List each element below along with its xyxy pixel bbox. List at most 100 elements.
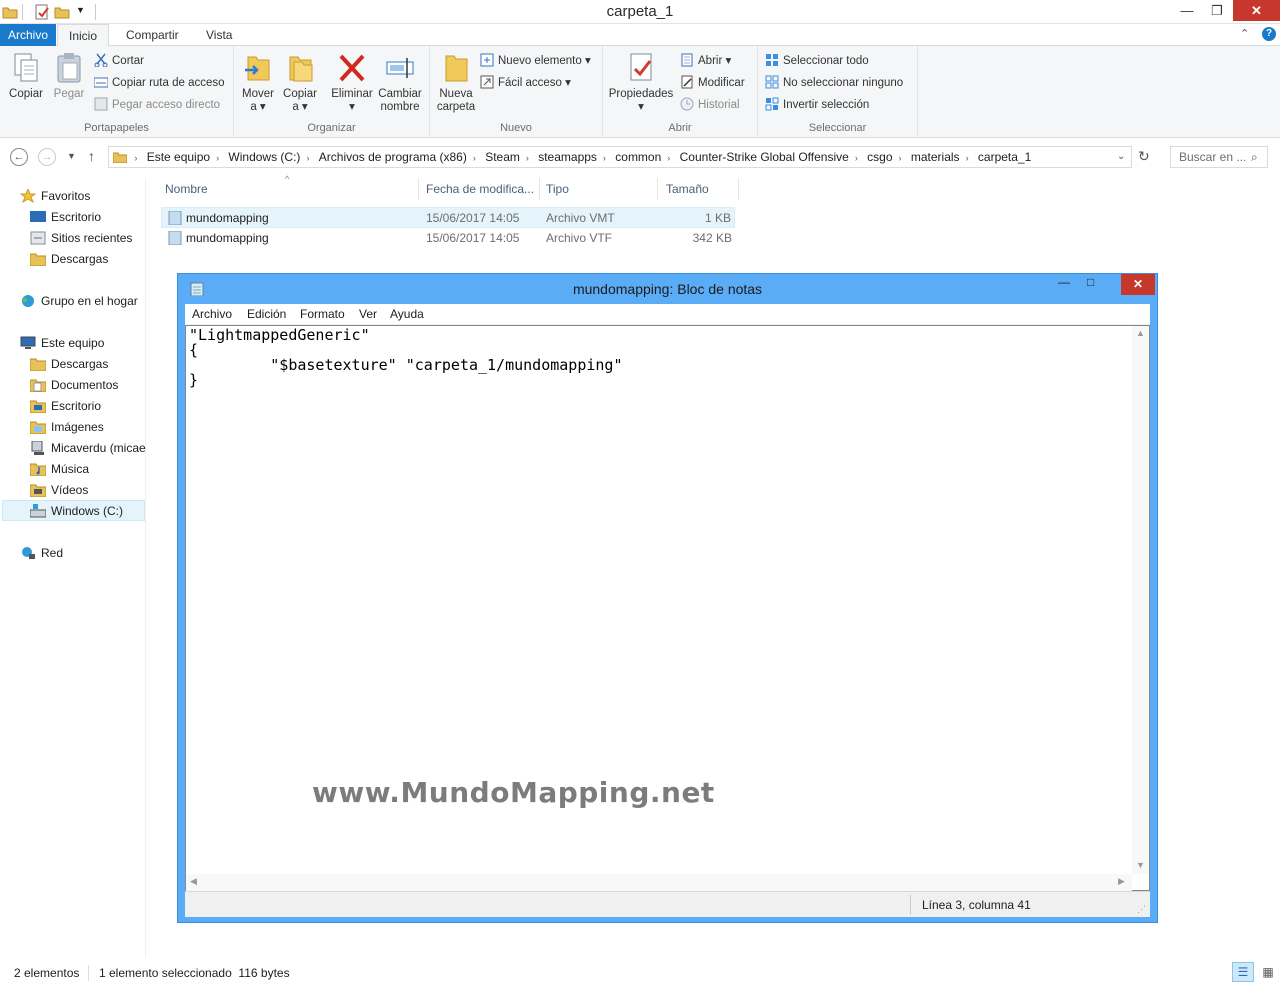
paste-shortcut-button[interactable]: Pegar acceso directo [94,95,220,115]
nav-item-imagenes[interactable]: Imágenes [29,417,104,437]
forward-arrow-icon[interactable]: → [38,148,56,166]
breadcrumb-item[interactable]: materials [907,147,964,167]
file-row[interactable]: mundomapping 15/06/2017 14:05 Archivo VM… [161,207,735,228]
edit-button[interactable]: Modificar [680,73,745,93]
close-button[interactable]: ✕ [1233,0,1280,21]
breadcrumb-item[interactable]: steamapps [534,147,601,167]
breadcrumb-item[interactable]: Counter-Strike Global Offensive [676,147,853,167]
move-to-button[interactable]: Mover a ▾ [240,52,276,114]
breadcrumb-separator[interactable]: › [471,153,478,163]
invert-selection-button[interactable]: Invertir selección [765,95,869,115]
nav-item-documentos[interactable]: Documentos [29,375,118,395]
notepad-maximize-button[interactable]: □ [1087,275,1094,289]
properties-button[interactable]: Propiedades ▾ [607,52,675,114]
delete-button[interactable]: Eliminar ▾ [330,52,374,114]
cut-button[interactable]: Cortar [94,51,144,71]
help-icon[interactable]: ? [1262,27,1276,41]
breadcrumb-item[interactable]: Este equipo [143,147,214,167]
menu-archivo[interactable]: Archivo [192,304,232,325]
file-row[interactable]: mundomapping 15/06/2017 14:05 Archivo VT… [161,228,735,249]
tab-vista[interactable]: Vista [195,24,243,46]
open-label: Abrir [698,55,723,67]
nav-item-escritorio[interactable]: Escritorio [29,396,101,416]
scroll-left-icon[interactable]: ◀ [190,876,197,887]
nav-item-videos[interactable]: Vídeos [29,480,88,500]
new-folder-button[interactable]: Nueva carpeta [434,52,478,114]
nav-label: Red [41,546,64,560]
breadcrumb-separator[interactable]: › [665,153,672,163]
scroll-up-icon[interactable]: ▲ [1136,328,1145,338]
refresh-icon[interactable]: ↻ [1138,148,1150,165]
scroll-right-icon[interactable]: ▶ [1118,876,1125,887]
easy-access-button[interactable]: Fácil acceso ▾ [480,73,571,93]
address-dropdown-icon[interactable]: ⌄ [1117,151,1125,162]
rename-button[interactable]: Cambiar nombre [376,52,424,114]
copy-path-button[interactable]: Copiar ruta de acceso [93,73,225,93]
breadcrumb-separator[interactable]: › [214,153,221,163]
nav-item-descargas[interactable]: Descargas [29,249,108,269]
search-input[interactable]: Buscar en ... ⌕ [1170,146,1268,168]
column-header-tamano[interactable]: Tamaño [662,178,739,200]
nav-favoritos[interactable]: Favoritos [19,186,90,206]
tab-inicio[interactable]: Inicio [57,24,110,47]
easy-access-label: Fácil acceso [498,77,562,89]
breadcrumb-item[interactable]: Steam [481,147,524,167]
resize-grip-icon[interactable]: ⋰ [1137,904,1146,915]
notepad-minimize-button[interactable]: — [1058,275,1070,289]
move-to-label: Mover [242,88,274,100]
nav-grupo-hogar[interactable]: Grupo en el hogar [20,291,138,311]
history-button[interactable]: Historial [680,95,740,115]
nav-este-equipo[interactable]: Este equipo [20,333,104,353]
notepad-text-area[interactable]: "LightmappedGeneric" { "$basetexture" "c… [185,325,1150,891]
column-header-tipo[interactable]: Tipo [542,178,658,200]
tab-compartir[interactable]: Compartir [115,24,190,46]
copy-button[interactable]: Copiar [6,52,46,101]
breadcrumb-item[interactable]: common [611,147,665,167]
menu-edicion[interactable]: Edición [247,304,286,325]
nav-item-micaverdu[interactable]: Micaverdu (micae [30,438,146,458]
breadcrumb-item[interactable]: Windows (C:) [224,147,304,167]
nav-red[interactable]: Red [20,543,63,563]
column-header-nombre[interactable]: Nombre [161,178,419,200]
open-button[interactable]: Abrir ▾ [680,51,731,71]
copy-to-button[interactable]: Copiar a ▾ [282,52,318,114]
breadcrumb-item[interactable]: Archivos de programa (x86) [315,147,471,167]
menu-ver[interactable]: Ver [359,304,377,325]
breadcrumb-separator[interactable]: › [897,153,904,163]
nav-item-descargas[interactable]: Descargas [29,354,108,374]
breadcrumb-separator[interactable]: › [304,153,311,163]
nav-item-windows-c[interactable]: Windows (C:) [2,500,145,521]
breadcrumb-item[interactable]: carpeta_1 [974,147,1035,167]
paste-button[interactable]: Pegar [50,52,88,101]
details-view-icon[interactable]: ☰ [1232,962,1254,982]
menu-formato[interactable]: Formato [300,304,345,325]
menu-ayuda[interactable]: Ayuda [390,304,424,325]
notepad-close-button[interactable]: ✕ [1121,274,1155,295]
breadcrumb-separator[interactable]: › [853,153,860,163]
select-none-button[interactable]: No seleccionar ninguno [765,73,903,93]
music-folder-icon [29,462,47,477]
scroll-down-icon[interactable]: ▼ [1136,860,1145,870]
breadcrumb-separator[interactable]: › [524,153,531,163]
select-all-button[interactable]: Seleccionar todo [765,51,869,71]
new-item-button[interactable]: Nuevo elemento ▾ [480,51,591,71]
column-header-fecha[interactable]: Fecha de modifica... [422,178,540,200]
back-arrow-icon[interactable]: ← [10,148,28,166]
nav-item-sitios-recientes[interactable]: Sitios recientes [30,228,132,248]
horizontal-scrollbar[interactable]: ◀ ▶ [186,874,1132,891]
up-arrow-icon[interactable]: ↑ [88,148,95,164]
tab-archivo[interactable]: Archivo [0,24,56,46]
collapse-ribbon-icon[interactable]: ⌃ [1240,27,1249,40]
address-bar[interactable]: › Este equipo › Windows (C:) › Archivos de… [108,146,1132,168]
breadcrumb-separator[interactable]: › [601,153,608,163]
breadcrumb-separator[interactable]: › [964,153,971,163]
breadcrumb-item[interactable]: csgo [863,147,896,167]
minimize-button[interactable]: — [1172,0,1202,21]
notepad-content[interactable]: "LightmappedGeneric" { "$basetexture" "c… [189,328,622,388]
nav-item-musica[interactable]: Música [29,459,89,479]
recent-locations-icon[interactable]: ▼ [67,151,76,161]
nav-item-escritorio[interactable]: Escritorio [30,207,101,227]
vertical-scrollbar[interactable]: ▲ ▼ [1132,326,1149,874]
large-icons-view-icon[interactable]: ▦ [1258,962,1278,982]
maximize-button[interactable]: ❐ [1202,0,1232,21]
